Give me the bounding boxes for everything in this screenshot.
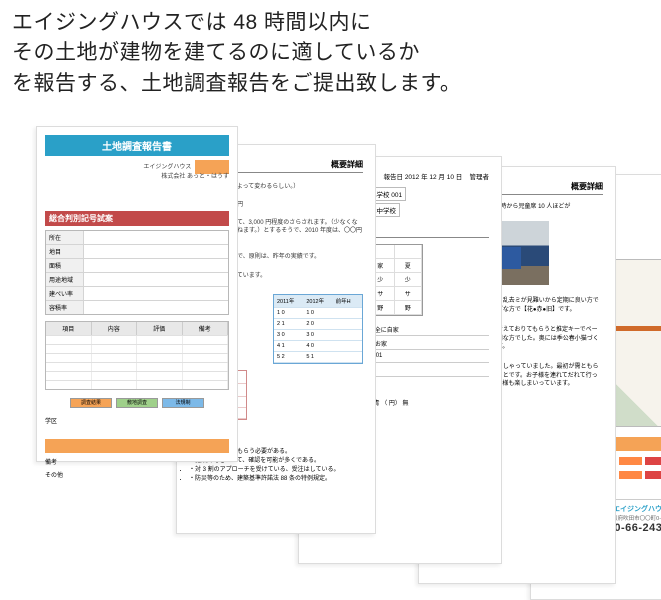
subgrid-header: 備考 xyxy=(183,322,229,335)
admin-label: 管理者 xyxy=(470,174,490,181)
report-company-sub: 株式会社 あっと・はうす xyxy=(161,174,229,180)
yt-c: 1 0 xyxy=(274,308,303,318)
report-foot-band xyxy=(45,439,229,453)
grid-label: 容積率 xyxy=(46,301,84,314)
report-sub-grid: 項目 内容 評価 備考 xyxy=(45,321,229,390)
report-band: 総合判別記号試案 xyxy=(45,211,229,226)
yt-h: 2012年 xyxy=(303,295,332,307)
regulation-button[interactable]: 法規制 xyxy=(162,398,204,408)
headline-line2: その土地が建物を建てるのに適しているか xyxy=(12,38,649,68)
legend-swatch xyxy=(619,457,643,465)
date-label: 報告日 xyxy=(384,174,404,181)
document-stack: 土地調査報告書 エイジングハウス 株式会社 あっと・はうす 総合判別記号試案 所… xyxy=(36,120,641,556)
report-form-sheet: 土地調査報告書 エイジングハウス 株式会社 あっと・はうす 総合判別記号試案 所… xyxy=(36,126,238,462)
grid-label: 面積 xyxy=(46,259,84,272)
grid-label: 地目 xyxy=(46,245,84,258)
grid-label: 用途地域 xyxy=(46,273,84,286)
grid-label: 所在 xyxy=(46,231,84,244)
headline-line1: エイジングハウスでは 48 時間以内に xyxy=(12,8,649,38)
foot-label-2: 備考 xyxy=(45,457,229,466)
report-company-meta: エイジングハウス 株式会社 あっと・はうす xyxy=(45,160,229,181)
subgrid-header: 評価 xyxy=(137,322,183,335)
survey-result-button[interactable]: 調査結果 xyxy=(70,398,112,408)
company-logo-icon xyxy=(195,160,229,174)
report-button-row: 調査結果 敷地調査 法規制 xyxy=(45,398,229,408)
yt-h: 2011年 xyxy=(274,295,303,307)
report-main-grid: 所在 地目 面積 用途地域 建ぺい率 容積率 xyxy=(45,230,229,315)
report-company: エイジングハウス xyxy=(143,165,191,171)
grid-label: 建ぺい率 xyxy=(46,287,84,300)
site-survey-button[interactable]: 敷地調査 xyxy=(116,398,158,408)
foot-label-1: 学区 xyxy=(45,416,229,425)
subgrid-header: 内容 xyxy=(92,322,138,335)
date-value: 2012 年 12 月 10 日 xyxy=(405,174,462,181)
headline-line3: を報告する、土地調査報告をご提出致します。 xyxy=(12,69,649,99)
headline-block: エイジングハウスでは 48 時間以内に その土地が建物を建てるのに適しているか … xyxy=(0,0,661,99)
report-title: 土地調査報告書 xyxy=(45,135,229,156)
detail-a-year-table: 2011年2012年前年H 1 01 0 2 12 0 3 03 0 4 14 … xyxy=(273,294,363,364)
grid-value xyxy=(84,231,228,244)
legend-swatch xyxy=(645,457,661,465)
foot-label-3: その他 xyxy=(45,470,229,479)
yt-h: 前年H xyxy=(333,295,362,307)
subgrid-header: 項目 xyxy=(46,322,92,335)
